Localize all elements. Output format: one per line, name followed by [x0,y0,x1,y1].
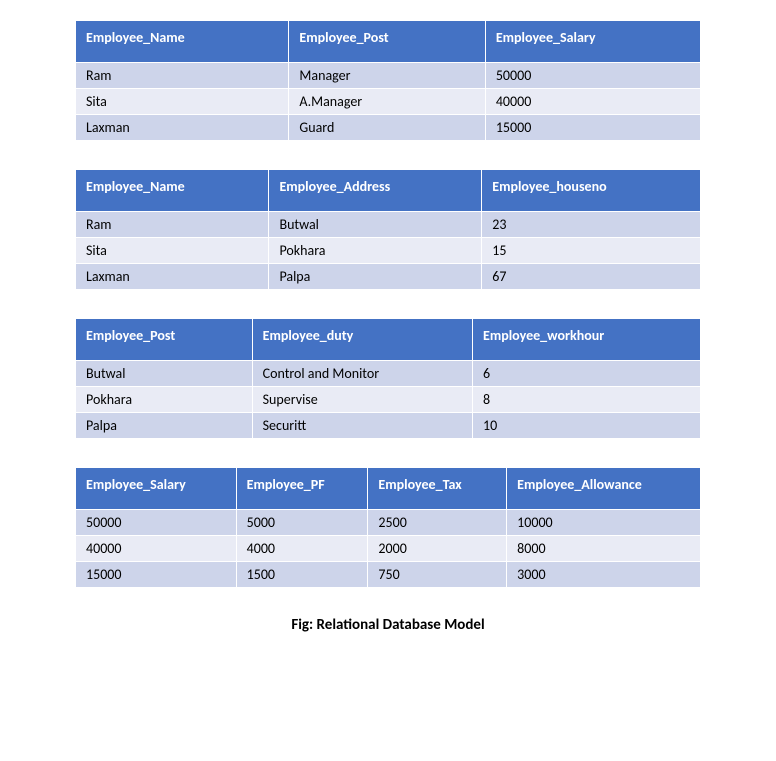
header-cell: Employee_Salary [76,468,237,510]
table-employee-address: Employee_Name Employee_Address Employee_… [75,169,701,290]
data-cell: 67 [482,264,701,290]
header-cell: Employee_houseno [482,170,701,212]
table-row: 15000 1500 750 3000 [76,562,701,588]
data-cell: Laxman [76,115,289,141]
table-row: Ram Manager 50000 [76,63,701,89]
table-row: 40000 4000 2000 8000 [76,536,701,562]
table-row: Laxman Palpa 67 [76,264,701,290]
table-row: 50000 5000 2500 10000 [76,510,701,536]
data-cell: A.Manager [289,89,485,115]
data-cell: Sita [76,89,289,115]
data-cell: Ram [76,63,289,89]
data-cell: 4000 [236,536,368,562]
header-cell: Employee_Name [76,21,289,63]
table-row: Sita Pokhara 15 [76,238,701,264]
data-cell: 5000 [236,510,368,536]
header-cell: Employee_Post [76,319,253,361]
data-cell: 50000 [485,63,700,89]
data-cell: 3000 [507,562,701,588]
table-row: Pokhara Supervise 8 [76,387,701,413]
data-cell: 10000 [507,510,701,536]
data-cell: Pokhara [269,238,482,264]
data-cell: 1500 [236,562,368,588]
header-cell: Employee_Address [269,170,482,212]
data-cell: Guard [289,115,485,141]
data-cell: Securitt [252,413,472,439]
data-cell: 8 [473,387,701,413]
data-cell: 23 [482,212,701,238]
data-cell: 15000 [76,562,237,588]
data-cell: Palpa [76,413,253,439]
figure-caption: Fig: Relational Database Model [75,616,701,634]
table-row: Butwal Control and Monitor 6 [76,361,701,387]
table-row: Ram Butwal 23 [76,212,701,238]
table-row: Sita A.Manager 40000 [76,89,701,115]
data-cell: 6 [473,361,701,387]
data-cell: 750 [368,562,507,588]
data-cell: Manager [289,63,485,89]
header-cell: Employee_Post [289,21,485,63]
data-cell: Sita [76,238,269,264]
table-row: Laxman Guard 15000 [76,115,701,141]
data-cell: Butwal [76,361,253,387]
data-cell: 40000 [485,89,700,115]
data-cell: Laxman [76,264,269,290]
data-cell: 2000 [368,536,507,562]
header-cell: Employee_workhour [473,319,701,361]
data-cell: 2500 [368,510,507,536]
header-cell: Employee_Salary [485,21,700,63]
header-cell: Employee_Name [76,170,269,212]
data-cell: Palpa [269,264,482,290]
data-cell: Pokhara [76,387,253,413]
table-employee-salary-details: Employee_Salary Employee_PF Employee_Tax… [75,467,701,588]
data-cell: 15000 [485,115,700,141]
data-cell: Supervise [252,387,472,413]
data-cell: Butwal [269,212,482,238]
header-cell: Employee_Tax [368,468,507,510]
data-cell: Control and Monitor [252,361,472,387]
header-cell: Employee_duty [252,319,472,361]
data-cell: 15 [482,238,701,264]
data-cell: Ram [76,212,269,238]
header-cell: Employee_PF [236,468,368,510]
header-cell: Employee_Allowance [507,468,701,510]
table-employee-duty: Employee_Post Employee_duty Employee_wor… [75,318,701,439]
table-row: Palpa Securitt 10 [76,413,701,439]
data-cell: 50000 [76,510,237,536]
table-employee-post-salary: Employee_Name Employee_Post Employee_Sal… [75,20,701,141]
data-cell: 40000 [76,536,237,562]
data-cell: 10 [473,413,701,439]
data-cell: 8000 [507,536,701,562]
